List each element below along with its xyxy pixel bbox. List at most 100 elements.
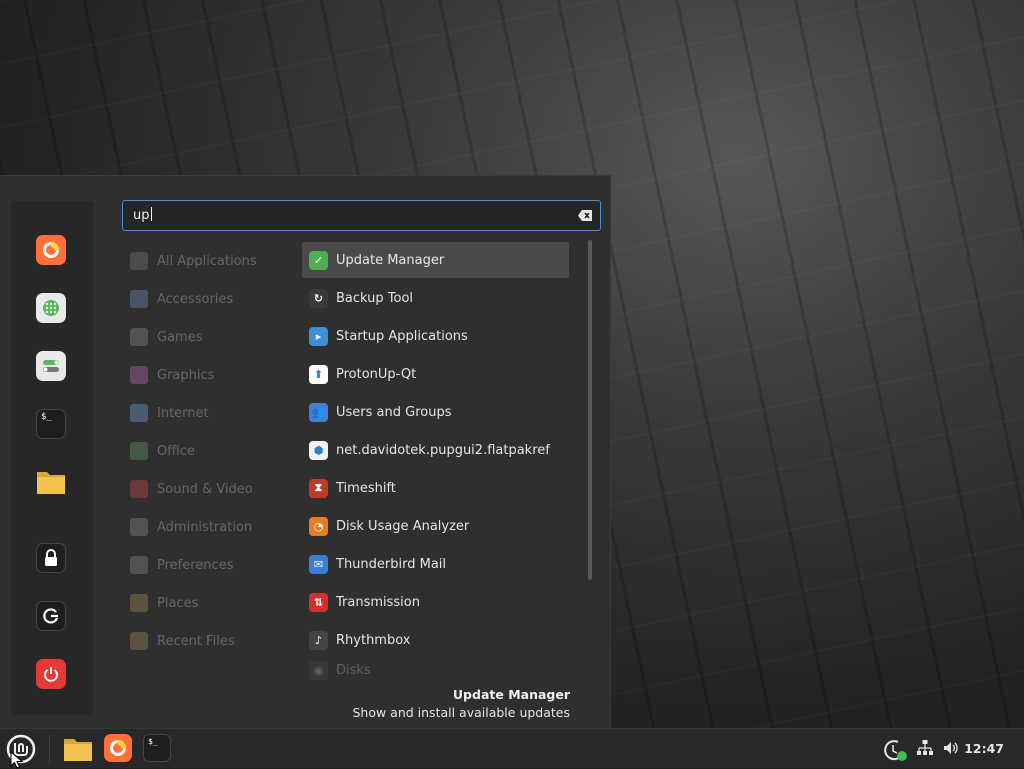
description-text: Show and install available updates (352, 705, 570, 720)
folder-clock-icon (130, 632, 148, 650)
package-icon: ⬢ (309, 440, 328, 460)
app-label: Backup Tool (336, 290, 414, 306)
panel-firefox[interactable] (104, 734, 132, 762)
application-menu: $_ up All Applications Accessories Games… (0, 175, 611, 728)
cat-administration[interactable]: Administration (130, 513, 252, 541)
volume-tray[interactable] (942, 739, 960, 757)
app-label: Rhythmbox (336, 632, 411, 648)
shield-icon: ✓ (309, 250, 328, 270)
network-tray[interactable] (916, 739, 934, 757)
category-label: Accessories (157, 291, 234, 307)
app-pupgui2-flatpakref[interactable]: ⬢ net.davidotek.pupgui2.flatpakref (302, 432, 569, 468)
volume-icon (944, 742, 958, 754)
app-description: Update Manager Show and install availabl… (352, 686, 570, 722)
mouse-cursor-icon (10, 751, 24, 769)
panel-separator (49, 735, 50, 763)
cat-all-applications[interactable]: All Applications (130, 247, 257, 275)
software-manager-icon (43, 300, 59, 316)
app-protonup-qt[interactable]: ⬆ ProtonUp-Qt (302, 356, 569, 392)
toggles-icon (130, 518, 148, 536)
clear-search-icon[interactable] (578, 210, 592, 221)
category-label: Internet (157, 405, 209, 421)
results-scrollbar[interactable] (588, 240, 592, 580)
app-label: Timeshift (336, 480, 396, 496)
logout-icon (43, 608, 59, 624)
app-label: Transmission (336, 594, 420, 610)
settings-toggles-icon (43, 360, 59, 372)
app-disk-usage-analyzer[interactable]: ◔ Disk Usage Analyzer (302, 508, 569, 544)
app-timeshift[interactable]: ⧗ Timeshift (302, 470, 569, 506)
update-manager-tray[interactable] (882, 737, 908, 763)
firefox-icon (43, 242, 59, 258)
category-label: Office (157, 443, 195, 459)
cat-sound-video[interactable]: Sound & Video (130, 475, 253, 503)
fav-firefox[interactable] (36, 235, 66, 265)
mail-icon: ✉ (309, 554, 328, 574)
startup-icon: ▸ (309, 326, 328, 346)
cat-accessories[interactable]: Accessories (130, 285, 233, 313)
fav-shutdown[interactable] (36, 659, 66, 689)
update-manager-tray-icon (884, 740, 907, 761)
app-label: Disks (336, 662, 371, 678)
app-transmission[interactable]: ⇅ Transmission (302, 584, 569, 620)
spreadsheet-icon (130, 442, 148, 460)
lock-icon (45, 549, 57, 566)
app-label: Disk Usage Analyzer (336, 518, 470, 534)
panel-files[interactable] (62, 734, 94, 764)
fav-logout[interactable] (36, 601, 66, 631)
fav-files[interactable] (36, 467, 66, 497)
firefox-icon (110, 740, 126, 756)
toggles-icon (130, 556, 148, 574)
power-icon (44, 667, 58, 682)
cat-recent-files[interactable]: Recent Files (130, 627, 235, 655)
app-label: Startup Applications (336, 328, 468, 344)
transmission-icon: ⇅ (309, 592, 328, 612)
folder-icon (64, 739, 92, 761)
cat-games[interactable]: Games (130, 323, 202, 351)
category-label: Graphics (157, 367, 215, 383)
app-startup-applications[interactable]: ▸ Startup Applications (302, 318, 569, 354)
fav-system-settings[interactable] (36, 351, 66, 381)
category-label: Preferences (157, 557, 234, 573)
category-label: All Applications (157, 253, 257, 269)
app-update-manager[interactable]: ✓ Update Manager (302, 242, 569, 278)
app-backup-tool[interactable]: ↻ Backup Tool (302, 280, 569, 316)
cat-graphics[interactable]: Graphics (130, 361, 214, 389)
category-label: Games (157, 329, 203, 345)
timeshift-icon: ⧗ (309, 478, 328, 498)
app-rhythmbox[interactable]: ♪ Rhythmbox (302, 622, 569, 658)
cat-internet[interactable]: Internet (130, 399, 209, 427)
fav-lock-screen[interactable] (36, 543, 66, 573)
app-disks[interactable]: ◉ Disks (302, 660, 569, 680)
folder-icon (37, 472, 65, 494)
cat-places[interactable]: Places (130, 589, 198, 617)
disk-icon: ◉ (309, 660, 328, 680)
description-title: Update Manager (452, 687, 570, 702)
favorites-sidebar: $_ (11, 201, 93, 715)
fav-terminal[interactable]: $_ (36, 409, 66, 439)
app-label: Users and Groups (336, 404, 452, 420)
search-input[interactable]: up (122, 200, 601, 231)
protonup-icon: ⬆ (309, 364, 328, 384)
app-label: Update Manager (336, 252, 445, 268)
app-thunderbird-mail[interactable]: ✉ Thunderbird Mail (302, 546, 569, 582)
bottom-panel: $_ 12:47 (0, 728, 1024, 769)
search-query: up (133, 207, 152, 223)
app-label: net.davidotek.pupgui2.flatpakref (336, 442, 550, 458)
cloud-icon (130, 404, 148, 422)
app-label: ProtonUp-Qt (336, 366, 417, 382)
category-label: Recent Files (157, 633, 235, 649)
backup-icon: ↻ (309, 288, 328, 308)
clock[interactable]: 12:47 (964, 729, 1004, 768)
cat-office[interactable]: Office (130, 437, 195, 465)
fav-software-manager[interactable] (36, 293, 66, 323)
palette-icon (130, 366, 148, 384)
category-label: Administration (157, 519, 253, 535)
terminal-icon: $_ (41, 412, 52, 422)
scissors-icon (130, 290, 148, 308)
network-icon (917, 740, 933, 755)
terminal-icon: $_ (148, 737, 158, 746)
app-users-and-groups[interactable]: 👥 Users and Groups (302, 394, 569, 430)
cat-preferences[interactable]: Preferences (130, 551, 233, 579)
panel-terminal[interactable]: $_ (143, 734, 171, 762)
